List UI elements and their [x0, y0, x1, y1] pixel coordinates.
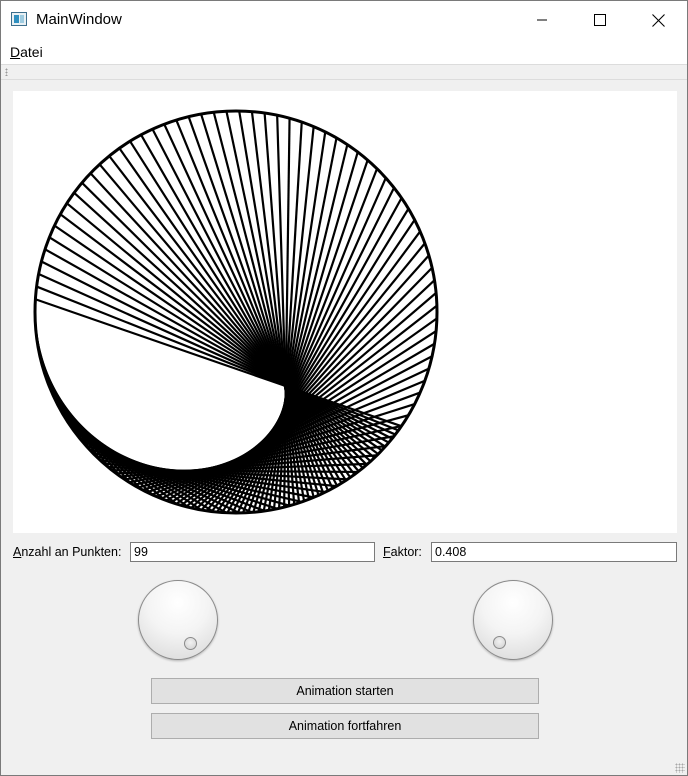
chord-line — [81, 182, 368, 466]
start-animation-button[interactable]: Animation starten — [151, 678, 539, 704]
close-icon — [651, 13, 665, 27]
window-title: MainWindow — [36, 11, 122, 28]
app-window-icon — [11, 12, 27, 26]
points-input[interactable] — [130, 542, 375, 562]
points-dial[interactable] — [138, 580, 218, 660]
minimize-button[interactable] — [513, 1, 571, 39]
factor-label-mnemonic: F — [383, 545, 391, 559]
menu-datei-mnemonic: D — [10, 44, 21, 60]
chord-line — [53, 224, 383, 452]
continue-animation-button[interactable]: Animation fortfahren — [151, 713, 539, 739]
title-bar[interactable]: MainWindow — [1, 1, 687, 39]
size-grip[interactable] — [675, 763, 685, 773]
close-button[interactable] — [629, 1, 687, 39]
toolbar-drag-handle[interactable] — [5, 68, 8, 76]
toolbar — [1, 64, 687, 80]
menu-datei-label: atei — [20, 44, 43, 60]
chord-line — [151, 128, 339, 487]
maximize-icon — [594, 14, 606, 26]
menu-bar: Datei — [1, 39, 687, 64]
maximize-button[interactable] — [571, 1, 629, 39]
points-label-text: nzahl an Punkten: — [21, 545, 122, 559]
times-table-drawing — [33, 109, 439, 515]
factor-input[interactable] — [431, 542, 677, 562]
factor-dial-notch — [493, 636, 506, 649]
minimize-icon — [537, 19, 547, 21]
factor-dial[interactable] — [473, 580, 553, 660]
points-label: Anzahl an Punkten: — [13, 545, 121, 559]
drawing-canvas — [13, 91, 677, 533]
factor-label-text: aktor: — [390, 545, 422, 559]
chord-line — [129, 140, 347, 481]
menu-datei[interactable]: Datei — [10, 44, 43, 60]
main-window: MainWindow Datei Anzahl an Punkten: Fakt… — [0, 0, 688, 776]
factor-label: Faktor: — [383, 545, 422, 559]
points-dial-notch — [184, 637, 197, 650]
